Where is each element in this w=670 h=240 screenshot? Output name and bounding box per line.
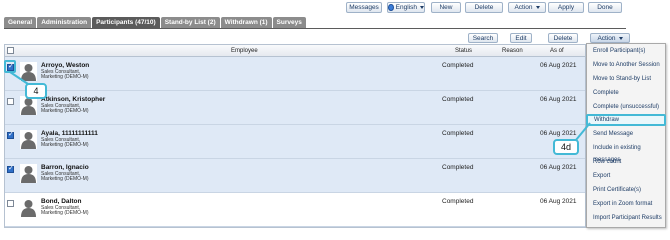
status-value: Completed xyxy=(442,62,474,69)
header-employee[interactable]: Employee xyxy=(231,48,258,54)
status-value: Completed xyxy=(442,96,474,103)
messages-label: Messages xyxy=(349,4,379,11)
tab-administration[interactable]: Administration xyxy=(37,17,92,28)
language-select[interactable]: English xyxy=(387,2,425,13)
tab-general[interactable]: General xyxy=(4,17,37,28)
tab-withdrawn[interactable]: Withdrawn (1) xyxy=(220,17,272,28)
apply-label: Apply xyxy=(557,4,575,11)
as-of-value: 06 Aug 2021 xyxy=(540,164,577,171)
tab-standby-list[interactable]: Stand-by List (2) xyxy=(160,17,220,28)
tab-participants[interactable]: Participants (47/10) xyxy=(92,17,160,28)
row-checkbox[interactable] xyxy=(7,130,14,139)
employee-department: Marketing (DEMO-M) xyxy=(41,210,89,216)
search-label: Search xyxy=(472,34,494,42)
status-value: Completed xyxy=(442,130,474,137)
employee-name[interactable]: Bond, Dalton xyxy=(41,198,81,205)
delete-label: Delete xyxy=(474,4,494,11)
tab-bar: General Administration Participants (47/… xyxy=(4,17,306,28)
employee-name[interactable]: Barron, Ignacio xyxy=(41,164,89,171)
menu-item-include-messages[interactable]: Include in existing messages xyxy=(587,142,665,163)
chevron-down-icon xyxy=(420,6,424,9)
menu-item-row-count[interactable]: Row count xyxy=(587,156,665,168)
tab-divider xyxy=(4,28,626,29)
edit-button[interactable]: Edit xyxy=(510,33,532,43)
as-of-value: 06 Aug 2021 xyxy=(540,198,577,205)
as-of-value: 06 Aug 2021 xyxy=(540,96,577,103)
action-button[interactable]: Action xyxy=(508,2,546,13)
callout-step-4: 4 xyxy=(25,83,47,99)
table-row[interactable]: Ayala, 11111111111 Sales Consultant, Mar… xyxy=(5,125,585,159)
participant-action-button[interactable]: Action xyxy=(590,33,630,43)
callout-step-4d: 4d xyxy=(553,139,579,155)
status-value: Completed xyxy=(442,198,474,205)
edit-label: Edit xyxy=(515,34,527,42)
employee-department: Marketing (DEMO-M) xyxy=(41,74,89,80)
globe-icon xyxy=(388,4,394,11)
avatar xyxy=(20,198,37,217)
header-reason[interactable]: Reason xyxy=(502,48,523,54)
chevron-down-icon xyxy=(535,6,540,9)
select-all-checkbox[interactable] xyxy=(7,47,14,54)
participant-action-label: Action xyxy=(597,34,616,42)
menu-item-move-standby[interactable]: Move to Stand-by List xyxy=(587,73,665,85)
row-checkbox[interactable] xyxy=(7,200,14,207)
avatar xyxy=(20,130,37,149)
menu-item-complete[interactable]: Complete xyxy=(587,87,665,99)
menu-item-send-message[interactable]: Send Message xyxy=(587,128,665,140)
row-checkbox[interactable] xyxy=(7,164,14,173)
employee-name[interactable]: Arroyo, Weston xyxy=(41,62,89,69)
menu-item-export[interactable]: Export xyxy=(587,170,665,182)
language-label: English xyxy=(395,4,417,11)
as-of-value: 06 Aug 2021 xyxy=(540,62,577,69)
row-checkbox[interactable] xyxy=(7,98,14,105)
done-button[interactable]: Done xyxy=(588,2,622,13)
tab-surveys[interactable]: Surveys xyxy=(272,17,306,28)
header-status[interactable]: Status xyxy=(455,48,472,54)
status-value: Completed xyxy=(442,164,474,171)
top-toolbar: Messages English New Delete Action Apply… xyxy=(0,0,670,14)
menu-item-withdraw[interactable]: Withdraw xyxy=(586,114,666,126)
chevron-down-icon xyxy=(618,36,623,40)
delete-participant-label: Delete xyxy=(553,34,573,42)
employee-department: Marketing (DEMO-M) xyxy=(41,176,89,182)
new-button[interactable]: New xyxy=(431,2,461,13)
employee-department: Marketing (DEMO-M) xyxy=(41,142,89,148)
action-label: Action xyxy=(514,4,533,11)
search-button[interactable]: Search xyxy=(468,33,498,43)
apply-button[interactable]: Apply xyxy=(548,2,584,13)
participants-table: Employee Status Reason As of Arroyo, Wes… xyxy=(4,44,586,228)
header-as-of[interactable]: As of xyxy=(550,48,564,54)
menu-item-move-session[interactable]: Move to Another Session xyxy=(587,59,665,71)
menu-item-enroll[interactable]: Enroll Participant(s) xyxy=(587,45,665,57)
menu-item-export-zoom[interactable]: Export in Zoom format xyxy=(587,198,665,210)
employee-name[interactable]: Atkinson, Kristopher xyxy=(41,96,105,103)
menu-item-import-results[interactable]: Import Participant Results xyxy=(587,212,665,224)
new-label: New xyxy=(439,4,453,11)
delete-participant-button[interactable]: Delete xyxy=(548,33,578,43)
table-row[interactable]: Arroyo, Weston Sales Consultant, Marketi… xyxy=(5,57,585,91)
table-row[interactable]: Atkinson, Kristopher Sales Consultant, M… xyxy=(5,91,585,125)
employee-name[interactable]: Ayala, 11111111111 xyxy=(41,130,98,137)
menu-item-complete-unsuccessful[interactable]: Complete (unsuccessful) xyxy=(587,101,665,113)
done-label: Done xyxy=(597,4,613,11)
employee-department: Marketing (DEMO-M) xyxy=(41,108,89,114)
menu-item-print-certificates[interactable]: Print Certificate(s) xyxy=(587,184,665,196)
avatar xyxy=(20,164,37,183)
table-row[interactable]: Bond, Dalton Sales Consultant, Marketing… xyxy=(5,193,585,227)
table-header: Employee Status Reason As of xyxy=(5,45,585,57)
delete-button[interactable]: Delete xyxy=(465,2,503,13)
table-row[interactable]: Barron, Ignacio Sales Consultant, Market… xyxy=(5,159,585,193)
action-menu: Enroll Participant(s) Move to Another Se… xyxy=(586,43,666,228)
messages-button[interactable]: Messages xyxy=(346,2,382,13)
